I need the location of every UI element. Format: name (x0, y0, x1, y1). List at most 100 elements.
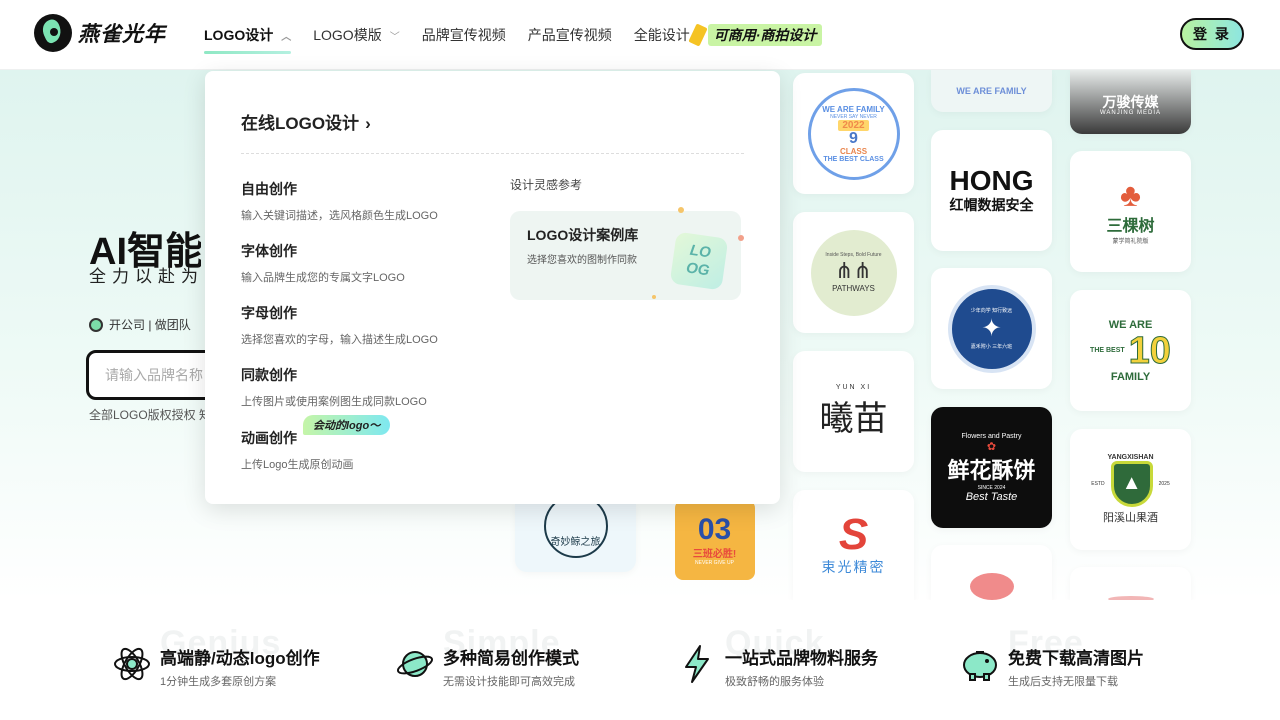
gallery-card-best-class[interactable]: WE ARE FAMILY NEVER SAY NEVER 2022 9 CLA… (793, 73, 914, 194)
card-text: 10 (1128, 329, 1171, 372)
card-text: Flowers and Pastry (961, 432, 1022, 440)
gallery-card-whale[interactable]: 奇妙鲸之旅 (515, 504, 636, 572)
dropdown-divider (241, 153, 744, 154)
card-text: 9 (849, 129, 858, 147)
nav-label: 品牌宣传视频 (421, 27, 506, 43)
gallery-card-yunxi[interactable]: YUN XI 曦苗 (793, 351, 914, 472)
card-text: 03 (697, 512, 732, 546)
feature-title: 免费下载高清图片 (1008, 649, 1144, 668)
card-text: 三班必胜! (692, 548, 737, 560)
card-text: 鲜花酥饼 (947, 457, 1036, 483)
card-text: 曦苗 (819, 399, 888, 438)
card-text: 2022 (838, 119, 869, 131)
nav-label: LOGO设计 (204, 27, 274, 43)
gallery-card-yangxishan[interactable]: YANGXISHAN ESTD ▲ 2025 阳溪山果酒 (1070, 429, 1191, 550)
card-text: 万骏传媒 (1102, 94, 1159, 110)
gallery-card-partial-1[interactable] (931, 545, 1052, 600)
hero-tagline: 开公司 | 做团队 (89, 316, 191, 333)
s-mark-icon: S (838, 510, 869, 559)
card-text: 三棵树 (1106, 218, 1155, 235)
youth-badge: 少年向学 知行致远 ✦ 嘉禾附小 三年六班 (947, 284, 1036, 373)
menu-item-desc: 选择您喜欢的字母，输入描述生成LOGO (241, 334, 438, 346)
card-text: THE BEST CLASS (823, 155, 884, 163)
nav-brand-video[interactable]: 品牌宣传视频 (422, 0, 506, 70)
whale-badge: 奇妙鲸之旅 (543, 504, 608, 558)
card-text: Best Taste (965, 490, 1018, 503)
card-text: FAMILY (1110, 370, 1151, 383)
feature-free-download: 免费下载高清图片 生成后支持无限量下载 (960, 644, 1144, 689)
feature-one-stop: 一站式品牌物料服务 极致舒畅的服务体验 (677, 644, 878, 689)
sparkle-icon (738, 235, 744, 241)
card-text: ESTD (1091, 481, 1105, 487)
feature-title: 一站式品牌物料服务 (725, 649, 878, 668)
lightning-icon (677, 644, 717, 684)
card-text: HONG (949, 164, 1034, 196)
card-text: CLASS (839, 146, 868, 156)
menu-item-desc: 输入品牌生成您的专属文字LOGO (241, 272, 405, 284)
case-title: LOGO设计案例库 (527, 227, 639, 243)
menu-item-title: 同款创作 (241, 367, 297, 383)
card-text: 束光精密 (821, 559, 886, 575)
nav-product-video[interactable]: 产品宣传视频 (528, 0, 612, 70)
nav-all-design[interactable]: 全能设计 可商用·商拍设计 (634, 0, 823, 70)
copyright-note: 全部LOGO版权授权 知 (89, 408, 207, 422)
gallery-card-youth[interactable]: 少年向学 知行致远 ✦ 嘉禾附小 三年六班 (931, 268, 1052, 389)
feature-desc: 1分钟生成多套原创方案 (160, 676, 277, 688)
card-text: YUN XI (835, 383, 872, 391)
gallery-card-family-10[interactable]: WE ARE THE BEST 10 FAMILY (1070, 290, 1191, 411)
sparkle-icon (678, 207, 684, 213)
menu-item-free-create[interactable]: 自由创作 输入关键词描述，选风格颜色生成LOGO (241, 179, 438, 223)
card-text: 蒙学简礼院版 (1112, 239, 1149, 245)
nav-logo-design[interactable]: LOGO设计 ︿ (204, 0, 292, 70)
bird-logo-icon (34, 14, 72, 52)
gallery-card-shuguang[interactable]: S 束光精密 (793, 490, 914, 600)
menu-item-title: 字体创作 (241, 243, 297, 259)
menu-item-same-style[interactable]: 同款创作 上传图片或使用案例图生成同款LOGO (241, 365, 427, 409)
piggy-bank-icon (960, 644, 1000, 684)
card-text: WE ARE FAMILY (956, 86, 1027, 96)
brand-name-input[interactable]: 请输入品牌名称 (86, 350, 216, 400)
promo-badge: 可商用·商拍设计 (707, 24, 823, 46)
login-button[interactable]: 登 录 (1180, 18, 1244, 50)
card-text: 2025 (1158, 481, 1170, 487)
chevron-down-icon: ﹀ (389, 31, 400, 43)
gallery-card-three-trees[interactable]: ♣ 三棵树 蒙学简礼院版 (1070, 151, 1191, 272)
feature-desc: 生成后支持无限量下载 (1008, 676, 1118, 688)
card-text: 阳溪山果酒 (1103, 512, 1158, 524)
chevron-up-icon: ︿ (281, 31, 292, 43)
gallery-card-pathways[interactable]: Inside Steps, Bold Future ⋔⋔ PATHWAYS (793, 212, 914, 333)
hero-subtitle: 全力以赴为 (89, 267, 203, 286)
inspiration-label: 设计灵感参考 (510, 178, 583, 192)
main-nav: LOGO设计 ︿ LOGO模版 ﹀ 品牌宣传视频 产品宣传视频 全能设计 可商用… (204, 0, 844, 70)
logo-design-dropdown: 在线LOGO设计 › 自由创作 输入关键词描述，选风格颜色生成LOGO 字体创作 … (205, 71, 780, 504)
pathways-badge: Inside Steps, Bold Future ⋔⋔ PATHWAYS (810, 229, 897, 316)
mountain-shield-icon: ▲ (1110, 461, 1153, 507)
flower-icon: ✿ (986, 440, 997, 453)
feature-simple-modes: 多种简易创作模式 无需设计技能即可高效完成 (395, 644, 579, 689)
menu-item-desc: 上传Logo生成原创动画 (241, 459, 354, 471)
nav-label: 产品宣传视频 (527, 27, 612, 43)
case-desc: 选择您喜欢的图制作同款 (527, 255, 637, 266)
site-header: 燕雀光年 LOGO设计 ︿ LOGO模版 ﹀ 品牌宣传视频 产品宣传视频 全能设… (0, 0, 1280, 70)
gallery-card-flowers[interactable]: Flowers and Pastry ✿ 鲜花酥饼 SINCE 2024 Bes… (931, 407, 1052, 528)
dropdown-heading: 在线LOGO设计 (241, 114, 360, 133)
planet-icon (395, 644, 435, 684)
gallery-card-hong[interactable]: HONG 红帽数据安全 (931, 130, 1052, 251)
gallery-card-partial-2[interactable] (1070, 567, 1191, 600)
chevron-right-icon: › (365, 114, 371, 133)
gallery-card-03[interactable]: 03 三班必胜! NEVER GIVE UP (654, 504, 775, 584)
case-library-card[interactable]: LOGO设计案例库 选择您喜欢的图制作同款 LO OG (510, 207, 744, 300)
menu-item-font-create[interactable]: 字体创作 输入品牌生成您的专属文字LOGO (241, 241, 405, 285)
menu-item-letter-create[interactable]: 字母创作 选择您喜欢的字母，输入描述生成LOGO (241, 303, 438, 347)
tagline-text: 开公司 | 做团队 (109, 318, 191, 332)
logo-tile-icon: LO OG (669, 231, 729, 291)
card-text: NEVER GIVE UP (695, 559, 734, 566)
gallery-card-wanjun[interactable]: 万骏传媒 WANJING MEDIA (1070, 70, 1191, 134)
site-logo[interactable]: 燕雀光年 (34, 14, 166, 52)
nav-logo-templates[interactable]: LOGO模版 ﹀ (313, 0, 399, 70)
dropdown-heading-link[interactable]: 在线LOGO设计 › (241, 109, 371, 134)
logo-text: 燕雀光年 (78, 23, 166, 46)
bird-icon: ✦ (981, 315, 1002, 342)
feature-logo-creation: 高端静/动态logo创作 1分钟生成多套原创方案 (112, 644, 320, 689)
gallery-card-family-small[interactable]: WE ARE FAMILY (931, 70, 1052, 112)
